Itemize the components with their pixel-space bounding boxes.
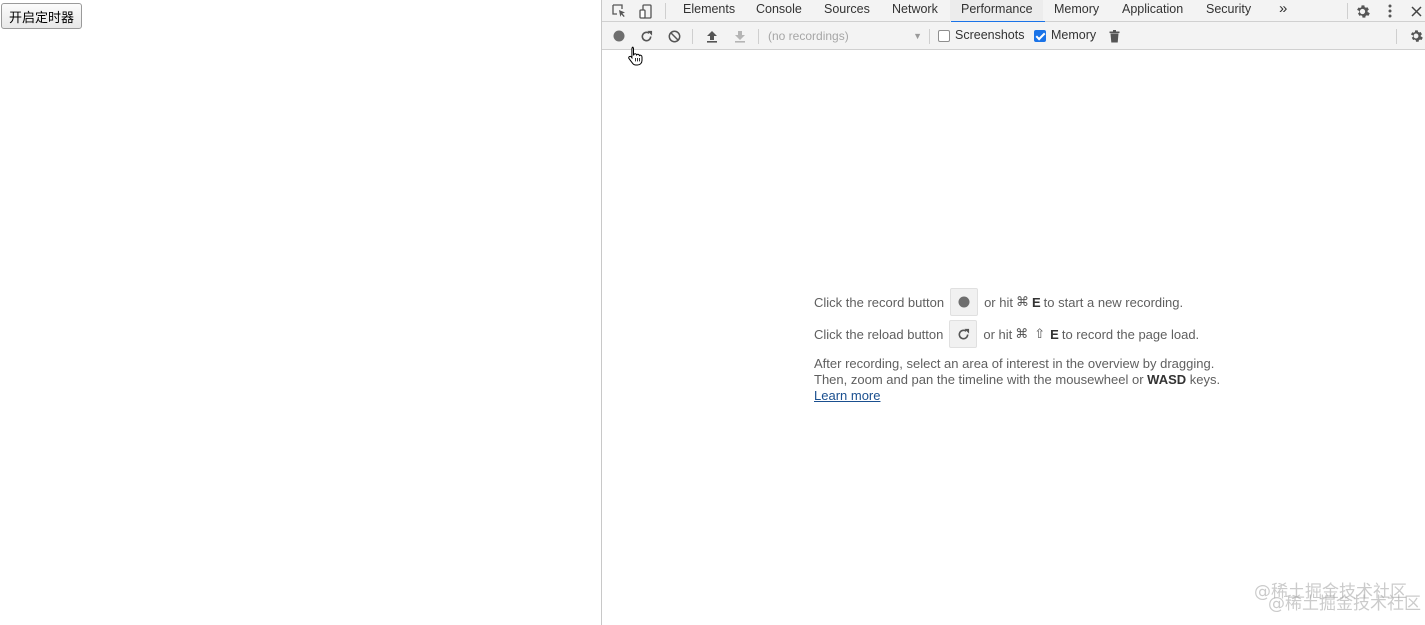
record-instruction: Click the record button or hit ⌘ E to st…	[814, 288, 1183, 316]
recordings-select[interactable]: (no recordings) ▼	[768, 26, 928, 46]
trash-icon[interactable]	[1103, 25, 1125, 47]
inspect-element-icon[interactable]	[608, 0, 630, 22]
gear-icon[interactable]	[1351, 0, 1373, 22]
performance-toolbar: (no recordings) ▼ Screenshots Memory	[602, 22, 1425, 50]
tab-memory[interactable]: Memory	[1054, 0, 1099, 22]
devtools-tab-bar: Elements Console Sources Network Perform…	[602, 0, 1425, 23]
screenshots-label: Screenshots	[955, 28, 1025, 42]
landing-reload-button[interactable]	[949, 320, 978, 348]
help-line-2: Then, zoom and pan the timeline with the…	[814, 372, 1220, 388]
command-key-symbol: ⌘	[1015, 294, 1029, 309]
wasd-keys: WASD	[1147, 372, 1187, 387]
reload-instruction-or-hit: or hit	[983, 326, 1013, 342]
kebab-menu-icon[interactable]	[1379, 0, 1401, 22]
learn-more-link[interactable]: Learn more	[814, 388, 880, 403]
close-icon[interactable]	[1405, 0, 1425, 22]
start-timer-button[interactable]: 开启定时器	[1, 3, 83, 29]
tab-console[interactable]: Console	[756, 0, 802, 22]
watermark-line-2: @稀土掘金技术社区	[1268, 594, 1421, 614]
reload-shortcut-key: E	[1050, 326, 1059, 342]
tab-security[interactable]: Security	[1206, 0, 1251, 22]
reload-instruction: Click the reload button or hit ⌘ ⇧ E to …	[814, 320, 1199, 348]
reload-icon	[958, 328, 969, 339]
watermark: @稀土掘金技术社区 @稀土掘金技术社区	[1254, 583, 1421, 619]
tab-network[interactable]: Network	[892, 0, 938, 22]
hand-pointer-cursor-icon	[628, 46, 643, 66]
record-instruction-suffix: to start a new recording.	[1043, 294, 1184, 310]
divider	[1347, 3, 1348, 19]
tab-performance[interactable]: Performance	[951, 0, 1045, 23]
record-instruction-prefix: Click the record button	[814, 294, 945, 310]
divider	[758, 29, 759, 44]
tab-sources[interactable]: Sources	[824, 0, 870, 22]
tab-elements[interactable]: Elements	[683, 0, 735, 22]
divider	[692, 29, 693, 44]
capture-settings-gear-icon[interactable]	[1405, 25, 1425, 47]
record-shortcut-key: E	[1031, 294, 1041, 310]
save-profile-download-icon	[729, 25, 751, 47]
reload-record-icon[interactable]	[635, 25, 657, 47]
record-icon	[958, 296, 970, 308]
tab-application[interactable]: Application	[1122, 0, 1183, 22]
caret-down-icon: ▼	[913, 31, 922, 41]
memory-label: Memory	[1051, 28, 1097, 42]
screenshots-checkbox[interactable]	[938, 30, 950, 42]
record-button-icon[interactable]	[608, 25, 630, 47]
clear-recordings-icon[interactable]	[663, 25, 685, 47]
shift-key-symbol: ⇧	[1034, 326, 1046, 341]
help-line-1: After recording, select an area of inter…	[814, 356, 1215, 371]
page-viewport: 开启定时器	[0, 0, 601, 625]
record-instruction-or-hit: or hit	[984, 294, 1013, 310]
recordings-select-value: (no recordings)	[768, 29, 849, 43]
device-toolbar-icon[interactable]	[635, 0, 657, 22]
landing-help-paragraph: After recording, select an area of inter…	[814, 356, 1220, 404]
help-line-2-end: keys.	[1189, 372, 1221, 387]
landing-record-button[interactable]	[950, 288, 979, 316]
memory-checkbox[interactable]	[1034, 30, 1046, 42]
help-line-2-text: Then, zoom and pan the timeline with the…	[814, 372, 1144, 387]
reload-instruction-prefix: Click the reload button	[814, 326, 944, 342]
devtools-panel: Elements Console Sources Network Perform…	[601, 0, 1425, 625]
load-profile-upload-icon[interactable]	[701, 25, 723, 47]
reload-instruction-suffix: to record the page load.	[1061, 326, 1200, 342]
divider	[929, 29, 930, 44]
divider	[665, 3, 666, 19]
divider	[1396, 29, 1397, 44]
command-key-symbol: ⌘	[1015, 326, 1029, 341]
more-tabs-chevron-icon[interactable]: »	[1279, 0, 1287, 22]
